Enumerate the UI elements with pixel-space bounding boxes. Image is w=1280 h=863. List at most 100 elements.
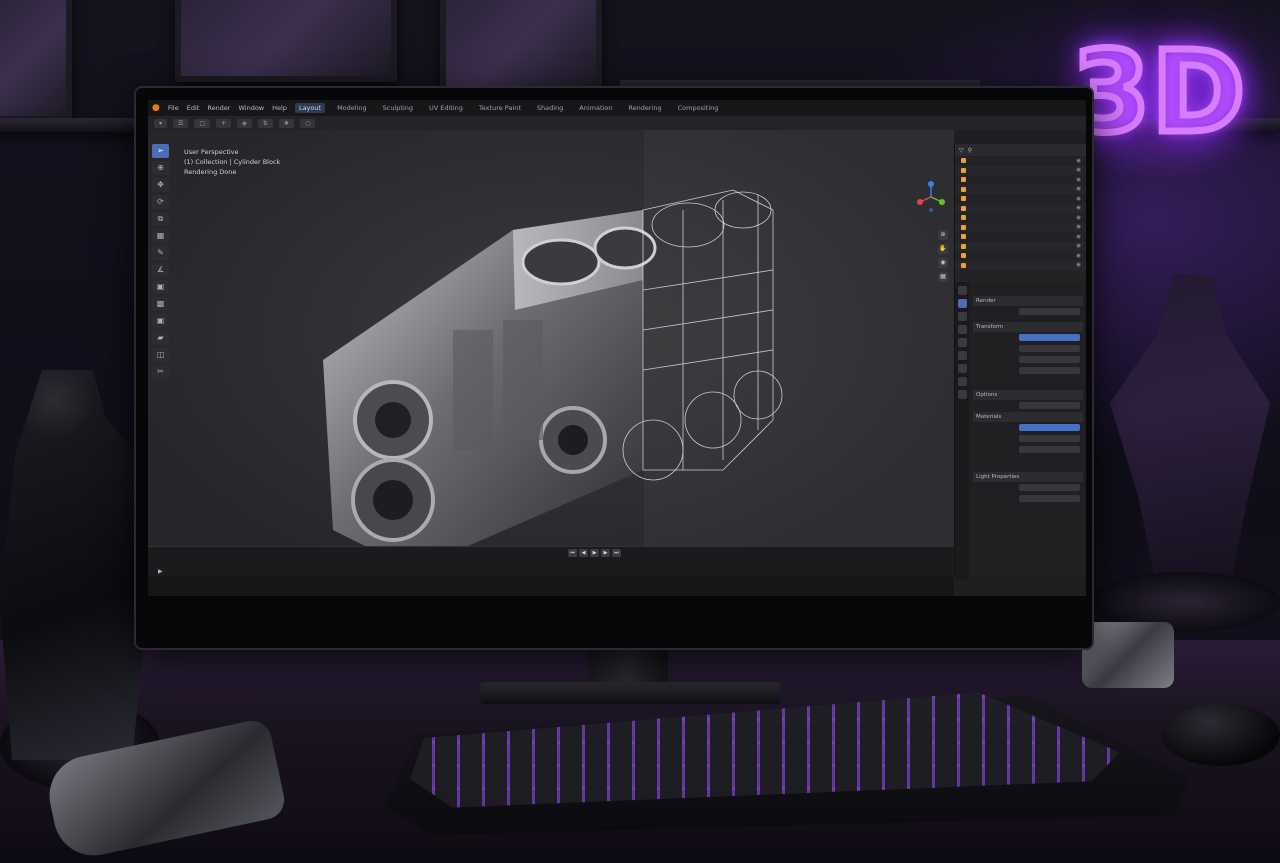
menu-edit[interactable]: Edit — [187, 104, 200, 112]
perspective-toggle-icon[interactable]: ▦ — [938, 272, 948, 282]
filter-icon[interactable]: ▽ — [959, 147, 964, 154]
outliner-item[interactable]: ◉ — [955, 165, 1086, 175]
outliner-item[interactable]: ◉ — [955, 222, 1086, 232]
property-field[interactable] — [1019, 345, 1080, 352]
step-forward-icon[interactable]: ▶ — [601, 549, 610, 557]
outliner-item[interactable]: ◉ — [955, 213, 1086, 223]
bevel-icon[interactable]: ▰ — [152, 331, 169, 345]
property-field[interactable] — [1019, 334, 1080, 341]
tab-compositing[interactable]: Compositing — [674, 103, 723, 113]
property-field[interactable] — [1019, 356, 1080, 363]
outliner-item[interactable]: ◉ — [955, 156, 1086, 166]
property-field[interactable] — [1019, 484, 1080, 491]
property-field[interactable] — [1019, 495, 1080, 502]
property-field[interactable] — [1019, 367, 1080, 374]
add-cube-icon[interactable]: ▣ — [152, 280, 169, 294]
scene-tab-icon[interactable] — [957, 338, 967, 347]
object-menu[interactable]: ◈ — [237, 118, 252, 128]
timeline-playback-menu[interactable]: ▶ — [158, 568, 163, 575]
outliner-item[interactable]: ◉ — [955, 194, 1086, 204]
tab-shading[interactable]: Shading — [533, 103, 567, 113]
snap-toggle[interactable]: ❖ — [278, 118, 295, 128]
visibility-eye-icon[interactable]: ◉ — [1076, 186, 1081, 192]
play-icon[interactable]: ▶ — [590, 549, 599, 557]
visibility-eye-icon[interactable]: ◉ — [1076, 158, 1081, 164]
pan-hand-icon[interactable]: ✋ — [938, 244, 948, 254]
visibility-eye-icon[interactable]: ◉ — [1076, 253, 1081, 259]
jump-start-icon[interactable]: ⏮ — [568, 549, 577, 557]
tab-texture-paint[interactable]: Texture Paint — [475, 103, 525, 113]
tab-rendering[interactable]: Rendering — [624, 103, 665, 113]
visibility-eye-icon[interactable]: ◉ — [1076, 205, 1081, 211]
outliner-item[interactable]: ◉ — [955, 241, 1086, 251]
property-field[interactable] — [1019, 435, 1080, 442]
visibility-eye-icon[interactable]: ◉ — [1076, 177, 1081, 183]
rotate-icon[interactable]: ⟳ — [152, 195, 169, 209]
property-field[interactable] — [1019, 424, 1080, 431]
tab-modeling[interactable]: Modeling — [333, 103, 371, 113]
section-header[interactable]: Render — [973, 296, 1083, 306]
measure-icon[interactable]: ∡ — [152, 263, 169, 277]
visibility-eye-icon[interactable]: ◉ — [1076, 196, 1081, 202]
property-field[interactable] — [1019, 402, 1080, 409]
step-back-icon[interactable]: ◀ — [579, 549, 588, 557]
tab-animation[interactable]: Animation — [575, 103, 616, 113]
scale-icon[interactable]: ⧉ — [152, 212, 169, 226]
cursor-icon[interactable]: ⊕ — [152, 161, 169, 175]
section-header[interactable]: Options — [973, 390, 1083, 400]
outliner-item[interactable]: ◉ — [955, 251, 1086, 261]
view-layer-tab-icon[interactable] — [957, 325, 967, 334]
output-tab-icon[interactable] — [957, 312, 967, 321]
section-header[interactable]: Materials — [973, 412, 1083, 422]
loop-cut-icon[interactable]: ◫ — [152, 348, 169, 362]
transform-icon[interactable]: ▦ — [152, 229, 169, 243]
select-menu[interactable]: □ — [194, 118, 211, 128]
outliner-item[interactable]: ◉ — [955, 260, 1086, 270]
annotate-icon[interactable]: ✎ — [152, 246, 169, 260]
knife-icon[interactable]: ✂ — [152, 365, 169, 379]
visibility-eye-icon[interactable]: ◉ — [1076, 234, 1081, 240]
section-header[interactable]: Transform — [973, 322, 1083, 332]
mode-selector[interactable]: ▾ — [154, 118, 168, 128]
blender-logo-icon[interactable]: ● — [152, 103, 160, 113]
extrude-icon[interactable]: ▩ — [152, 297, 169, 311]
navigation-gizmo[interactable] — [914, 180, 948, 214]
material-tab-icon[interactable] — [957, 390, 967, 399]
outliner-item[interactable]: ◉ — [955, 232, 1086, 242]
add-menu[interactable]: + — [216, 118, 232, 128]
property-field[interactable] — [1019, 308, 1080, 315]
cylinder-block-model[interactable] — [303, 170, 783, 580]
outliner-item[interactable]: ◉ — [955, 203, 1086, 213]
transform-orientation[interactable]: ⇅ — [257, 118, 273, 128]
visibility-eye-icon[interactable]: ◉ — [1076, 262, 1081, 268]
jump-end-icon[interactable]: ⏭ — [612, 549, 621, 557]
visibility-eye-icon[interactable]: ◉ — [1076, 224, 1081, 230]
menu-render[interactable]: Render — [207, 104, 230, 112]
search-icon[interactable]: ⚲ — [968, 147, 972, 154]
visibility-eye-icon[interactable]: ◉ — [1076, 215, 1081, 221]
tool-tab-icon[interactable] — [957, 286, 967, 295]
object-tab-icon[interactable] — [957, 364, 967, 373]
world-tab-icon[interactable] — [957, 351, 967, 360]
modifier-tab-icon[interactable] — [957, 377, 967, 386]
property-field[interactable] — [1019, 446, 1080, 453]
select-box-icon[interactable]: ➢ — [152, 144, 169, 158]
tab-uv-editing[interactable]: UV Editing — [425, 103, 467, 113]
menu-file[interactable]: File — [168, 104, 179, 112]
tab-sculpting[interactable]: Sculpting — [379, 103, 417, 113]
camera-view-icon[interactable]: ◉ — [938, 258, 948, 268]
visibility-eye-icon[interactable]: ◉ — [1076, 167, 1081, 173]
menu-window[interactable]: Window — [238, 104, 264, 112]
menu-help[interactable]: Help — [272, 104, 287, 112]
inset-icon[interactable]: ▣ — [152, 314, 169, 328]
move-icon[interactable]: ✥ — [152, 178, 169, 192]
render-tab-icon[interactable] — [957, 299, 967, 308]
section-header[interactable]: Light Properties — [973, 472, 1083, 482]
proportional-edit[interactable]: ○ — [300, 118, 316, 128]
outliner-item[interactable]: ◉ — [955, 175, 1086, 185]
visibility-eye-icon[interactable]: ◉ — [1076, 243, 1081, 249]
outliner-item[interactable]: ◉ — [955, 184, 1086, 194]
zoom-icon[interactable]: ⊕ — [938, 230, 948, 240]
view-menu[interactable]: ☰ — [173, 118, 189, 128]
tab-layout[interactable]: Layout — [294, 103, 326, 113]
